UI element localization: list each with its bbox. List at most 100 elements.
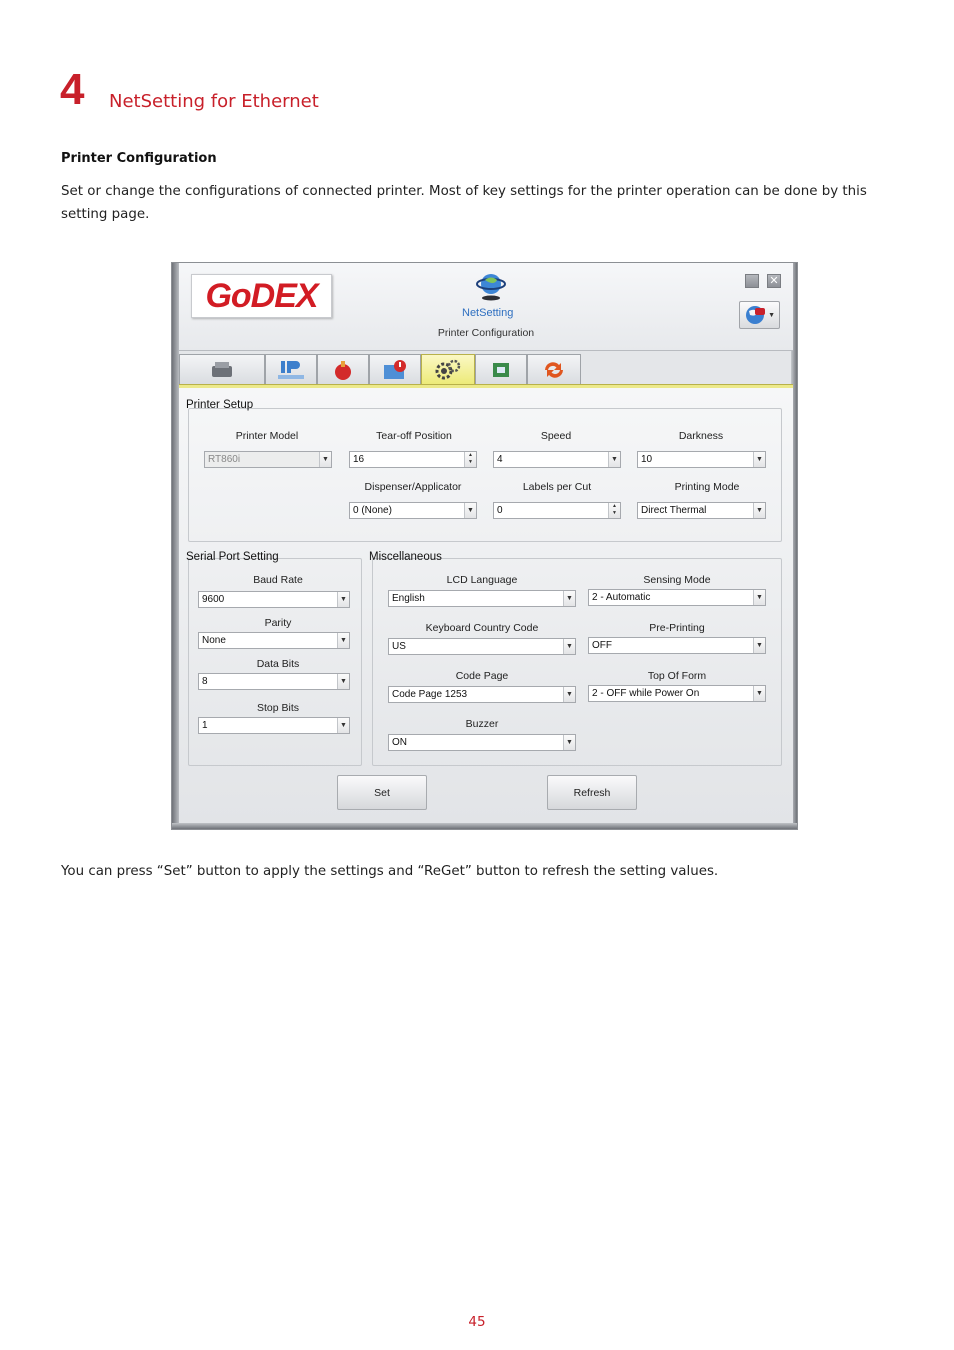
dispenser-select[interactable]: 0 (None) ▼ [349,502,477,519]
tear-off-label: Tear-off Position [376,430,452,442]
dispenser-label: Dispenser/Applicator [364,481,462,493]
chevron-down-icon: ▼ [337,592,349,607]
tab-email[interactable] [369,354,421,385]
godex-logo: GoDEX [191,274,332,318]
code-page-label: Code Page [455,670,509,682]
close-button[interactable]: ✕ [767,274,781,288]
window-left-border [172,263,179,829]
top-of-form-select[interactable]: 2 - OFF while Power On ▼ [588,685,766,702]
speed-value: 4 [497,454,503,465]
language-globe-icon [746,306,765,324]
tab-refresh[interactable] [527,354,581,385]
chevron-down-icon: ▼ [753,686,765,701]
window-title: Printer Configuration [437,327,535,339]
lcd-language-select[interactable]: English ▼ [388,590,576,607]
refresh-arrows-icon [545,362,563,378]
data-bits-select[interactable]: 8 ▼ [198,673,350,690]
baud-rate-label: Baud Rate [253,574,303,586]
data-bits-value: 8 [202,676,208,687]
tab-alert[interactable] [317,354,369,385]
set-button[interactable]: Set [337,775,427,810]
chapter-title: NetSetting for Ethernet [109,91,319,112]
serial-port-title: Serial Port Setting [186,551,279,563]
section-heading: Printer Configuration [61,151,217,166]
refresh-button[interactable]: Refresh [547,775,637,810]
spin-arrows-icon[interactable]: ▲ ▼ [608,503,620,518]
printer-model-label: Printer Model [235,430,299,442]
printer-model-value: RT860i [208,454,241,465]
chevron-down-icon: ▼ [337,633,349,648]
chevron-down-icon: ▼ [608,452,620,467]
parity-select[interactable]: None ▼ [198,632,350,649]
configuration-panel: Printer Setup Printer Model RT860i ▼ Tea… [179,388,793,825]
chevron-down-icon: ▼ [563,639,575,654]
chevron-down-icon: ▼ [319,452,331,467]
keyboard-country-select[interactable]: US ▼ [388,638,576,655]
page-number: 45 [468,1314,486,1330]
labels-per-cut-stepper[interactable]: 0 ▲ ▼ [493,502,621,519]
printing-mode-label: Printing Mode [674,481,740,493]
code-page-select[interactable]: Code Page 1253 ▼ [388,686,576,703]
chevron-down-icon: ▼ [563,687,575,702]
gears-icon [435,359,461,380]
alert-bell-icon [335,361,351,380]
dispenser-value: 0 (None) [353,505,392,516]
tab-printer-configuration[interactable] [421,354,475,385]
logo-text: GoDEX [205,276,318,315]
lcd-language-label: LCD Language [446,574,518,586]
chevron-down-icon: ▼ [753,590,765,605]
stop-bits-label: Stop Bits [256,702,300,714]
tab-key[interactable] [475,354,527,385]
buzzer-select[interactable]: ON ▼ [388,734,576,751]
baud-rate-select[interactable]: 9600 ▼ [198,591,350,608]
top-of-form-label: Top Of Form [647,670,707,682]
printer-model-select: RT860i ▼ [204,451,332,468]
baud-rate-value: 9600 [202,594,225,605]
minimize-button[interactable] [745,274,759,288]
pre-printing-select[interactable]: OFF ▼ [588,637,766,654]
parity-label: Parity [264,617,292,629]
chevron-down-icon: ▼ [753,452,765,467]
buzzer-label: Buzzer [465,718,499,730]
stop-bits-value: 1 [202,720,208,731]
chevron-down-icon: ▼ [337,718,349,733]
pre-printing-label: Pre-Printing [649,622,705,634]
tear-off-stepper[interactable]: 16 ▲ ▼ [349,451,477,468]
chevron-down-icon: ▼ [753,638,765,653]
code-page-value: Code Page 1253 [392,689,468,700]
chevron-down-icon: ▼ [337,674,349,689]
printer-setup-group [188,408,782,542]
outro-paragraph: You can press “Set” button to apply the … [61,864,719,879]
chevron-down-icon: ▼ [563,591,575,606]
email-alert-icon [384,360,406,379]
chevron-down-icon: ▼ [563,735,575,750]
buzzer-value: ON [392,737,407,748]
language-button[interactable]: ▼ [739,301,780,329]
sensing-mode-label: Sensing Mode [643,574,711,586]
chapter-number: 4 [60,65,85,114]
netsetting-app-name: NetSetting [462,307,514,319]
stop-bits-select[interactable]: 1 ▼ [198,717,350,734]
keyboard-country-value: US [392,641,406,652]
sensing-mode-value: 2 - Automatic [592,592,651,603]
sensing-mode-select[interactable]: 2 - Automatic ▼ [588,589,766,606]
language-dropdown-arrow-icon: ▼ [768,312,775,319]
speed-select[interactable]: 4 ▼ [493,451,621,468]
printer-setup-title: Printer Setup [186,399,254,411]
darkness-value: 10 [641,454,653,465]
printing-mode-value: Direct Thermal [641,505,707,516]
tab-network[interactable] [265,354,317,385]
darkness-select[interactable]: 10 ▼ [637,451,766,468]
chevron-down-icon: ▼ [464,503,476,518]
lcd-language-value: English [392,593,425,604]
labels-per-cut-value: 0 [497,505,503,516]
netsetting-window: GoDEX NetSetting Printer Configuration ✕… [171,262,798,830]
printing-mode-select[interactable]: Direct Thermal ▼ [637,502,766,519]
parity-value: None [202,635,226,646]
labels-per-cut-label: Labels per Cut [522,481,592,493]
key-icon [493,363,509,377]
chevron-down-icon: ▼ [753,503,765,518]
spin-arrows-icon[interactable]: ▲ ▼ [464,452,476,467]
tab-printer-info[interactable] [179,354,265,385]
window-bottom-border [172,823,797,829]
